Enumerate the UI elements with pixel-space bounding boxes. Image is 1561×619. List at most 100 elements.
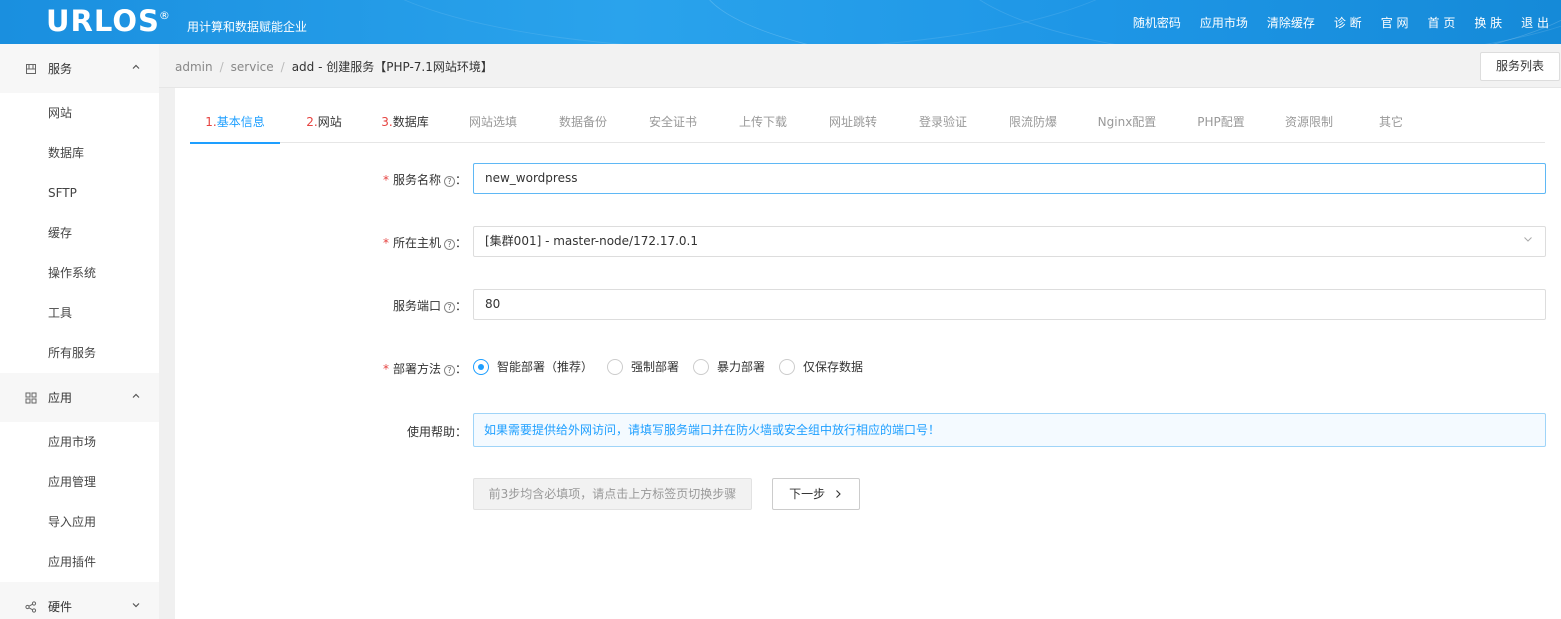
nav-logout[interactable]: 退 出 (1521, 14, 1549, 31)
sidebar-group-hardware[interactable]: 硬件 (0, 582, 159, 619)
deploy-option-brute[interactable]: 暴力部署 (693, 358, 765, 375)
sidebar-group-label: 应用 (48, 391, 73, 405)
breadcrumb-item-service[interactable]: service (231, 60, 274, 74)
tab-database[interactable]: 3.数据库 (380, 107, 430, 143)
steps-hint-button: 前3步均含必填项，请点击上方标签页切换步骤 (473, 478, 752, 510)
top-nav: 随机密码 应用市场 清除缓存 诊 断 官 网 首 页 换 肤 退 出 (1114, 0, 1549, 44)
nav-app-market[interactable]: 应用市场 (1200, 14, 1248, 31)
service-name-label: * 服务名称?： (347, 171, 467, 188)
sidebar-item-os[interactable]: 操作系统 (0, 253, 159, 293)
required-mark: * (382, 362, 389, 376)
logo-text: URLOS (46, 4, 160, 38)
breadcrumb-item-admin[interactable]: admin (175, 60, 213, 74)
tab-php-config[interactable]: PHP配置 (1194, 107, 1248, 143)
radio-checked-icon (473, 358, 489, 375)
radio-unchecked-icon (779, 358, 796, 375)
sidebar-group-services[interactable]: 服务 (0, 44, 159, 93)
nav-skin[interactable]: 换 肤 (1474, 14, 1502, 31)
chevron-down-icon (131, 600, 141, 613)
radio-label: 仅保存数据 (803, 360, 864, 374)
nav-random-password[interactable]: 随机密码 (1133, 14, 1181, 31)
help-circle-icon[interactable]: ? (443, 239, 455, 250)
help-circle-icon[interactable]: ? (443, 176, 455, 187)
port-label: 服务端口?： (347, 297, 467, 314)
label-colon: ： (454, 236, 467, 250)
sidebar-group-label: 服务 (48, 62, 73, 76)
nav-clear-cache[interactable]: 清除缓存 (1267, 14, 1315, 31)
port-input[interactable]: 80 (473, 289, 1546, 320)
service-list-button[interactable]: 服务列表 (1480, 52, 1560, 81)
label-colon: ： (454, 299, 467, 313)
sidebar-item-app-manage[interactable]: 应用管理 (0, 462, 159, 502)
sidebar-group-apps[interactable]: 应用 (0, 373, 159, 422)
sidebar-group-label: 硬件 (48, 600, 73, 614)
help-circle-icon[interactable]: ? (443, 365, 455, 376)
deploy-option-force[interactable]: 强制部署 (607, 358, 679, 375)
sidebar: 服务 网站 数据库 SFTP 缓存 操作系统 工具 所有服务 应用 应用市场 应… (0, 44, 159, 619)
sidebar-item-tools[interactable]: 工具 (0, 293, 159, 333)
deploy-label: * 部署方法?： (347, 360, 467, 377)
deploy-option-save-only[interactable]: 仅保存数据 (779, 358, 863, 375)
nav-official-site[interactable]: 官 网 (1381, 14, 1409, 31)
breadcrumb-separator: / (219, 60, 224, 74)
required-mark: * (382, 236, 389, 250)
sidebar-item-website[interactable]: 网站 (0, 93, 159, 133)
sidebar-item-all-services[interactable]: 所有服务 (0, 333, 159, 373)
tab-website[interactable]: 2.网站 (304, 107, 344, 143)
host-label: * 所在主机?： (347, 234, 467, 251)
tab-ssl-certificate[interactable]: 安全证书 (648, 107, 698, 143)
sidebar-item-app-market[interactable]: 应用市场 (0, 422, 159, 462)
help-circle-icon[interactable]: ? (443, 302, 455, 313)
port-label-text: 服务端口 (392, 299, 441, 313)
tab-rate-limit[interactable]: 限流防爆 (1008, 107, 1058, 143)
tab-nginx-config[interactable]: Nginx配置 (1096, 107, 1158, 143)
radio-label: 智能部署（推荐） (497, 360, 594, 374)
nav-home[interactable]: 首 页 (1428, 14, 1456, 31)
breadcrumb-bar: admin / service / add - 创建服务【PHP-7.1网站环境】 服务… (159, 44, 1561, 88)
radio-unchecked-icon (607, 358, 624, 375)
server-icon (25, 63, 37, 75)
step-tabs: 1.基本信息 2.网站 3.数据库 网站选填 数据备份 安全证书 上传下载 网址… (190, 107, 1545, 144)
share-nodes-icon (25, 600, 37, 613)
radio-label: 强制部署 (631, 360, 680, 374)
tab-website-optional[interactable]: 网站选填 (468, 107, 518, 143)
next-step-label: 下一步 (789, 487, 826, 501)
logo[interactable]: URLOS ® (46, 4, 170, 38)
chevron-up-icon (131, 62, 141, 75)
next-step-button[interactable]: 下一步 (772, 478, 860, 510)
grid-icon (25, 392, 37, 404)
breadcrumb: admin / service / add - 创建服务【PHP-7.1网站环境】 (175, 58, 493, 75)
tab-basic-info[interactable]: 1.基本信息 (190, 107, 280, 144)
tab-resource-limit[interactable]: 资源限制 (1284, 107, 1334, 143)
help-message: 如果需要提供给外网访问，请填写服务端口并在防火墙或安全组中放行相应的端口号！ (473, 413, 1546, 447)
breadcrumb-current: add - 创建服务【PHP-7.1网站环境】 (291, 60, 493, 74)
deploy-label-text: 部署方法 (392, 362, 441, 376)
sidebar-item-database[interactable]: 数据库 (0, 133, 159, 173)
host-label-text: 所在主机 (392, 236, 441, 250)
sidebar-item-import-app[interactable]: 导入应用 (0, 502, 159, 542)
sidebar-item-sftp[interactable]: SFTP (0, 173, 159, 213)
chevron-right-icon (829, 487, 843, 501)
tab-url-redirect[interactable]: 网址跳转 (828, 107, 878, 143)
label-colon: ： (454, 173, 467, 187)
tab-upload-download[interactable]: 上传下载 (738, 107, 788, 143)
port-value: 80 (485, 297, 501, 311)
top-header: URLOS ® 用计算和数据赋能企业 随机密码 应用市场 清除缓存 诊 断 官 网… (0, 0, 1561, 44)
tab-label: 数据库 (392, 115, 429, 129)
breadcrumb-separator: / (280, 60, 285, 74)
main-panel: 1.基本信息 2.网站 3.数据库 网站选填 数据备份 安全证书 上传下载 网址… (175, 88, 1561, 619)
tab-login-auth[interactable]: 登录验证 (918, 107, 968, 143)
sidebar-item-cache[interactable]: 缓存 (0, 213, 159, 253)
radio-unchecked-icon (693, 358, 710, 375)
tab-number: 1. (205, 115, 217, 129)
sidebar-item-app-plugins[interactable]: 应用插件 (0, 542, 159, 582)
tab-other[interactable]: 其它 (1378, 107, 1404, 143)
chevron-down-icon (1523, 227, 1533, 256)
service-name-input[interactable]: new_wordpress (473, 163, 1546, 194)
tab-label: 基本信息 (216, 115, 265, 129)
registered-mark: ® (158, 9, 171, 22)
tab-data-backup[interactable]: 数据备份 (558, 107, 608, 143)
host-select[interactable]: [集群001] - master-node/172.17.0.1 (473, 226, 1546, 257)
nav-diagnose[interactable]: 诊 断 (1334, 14, 1362, 31)
deploy-option-smart[interactable]: 智能部署（推荐） (473, 358, 593, 375)
